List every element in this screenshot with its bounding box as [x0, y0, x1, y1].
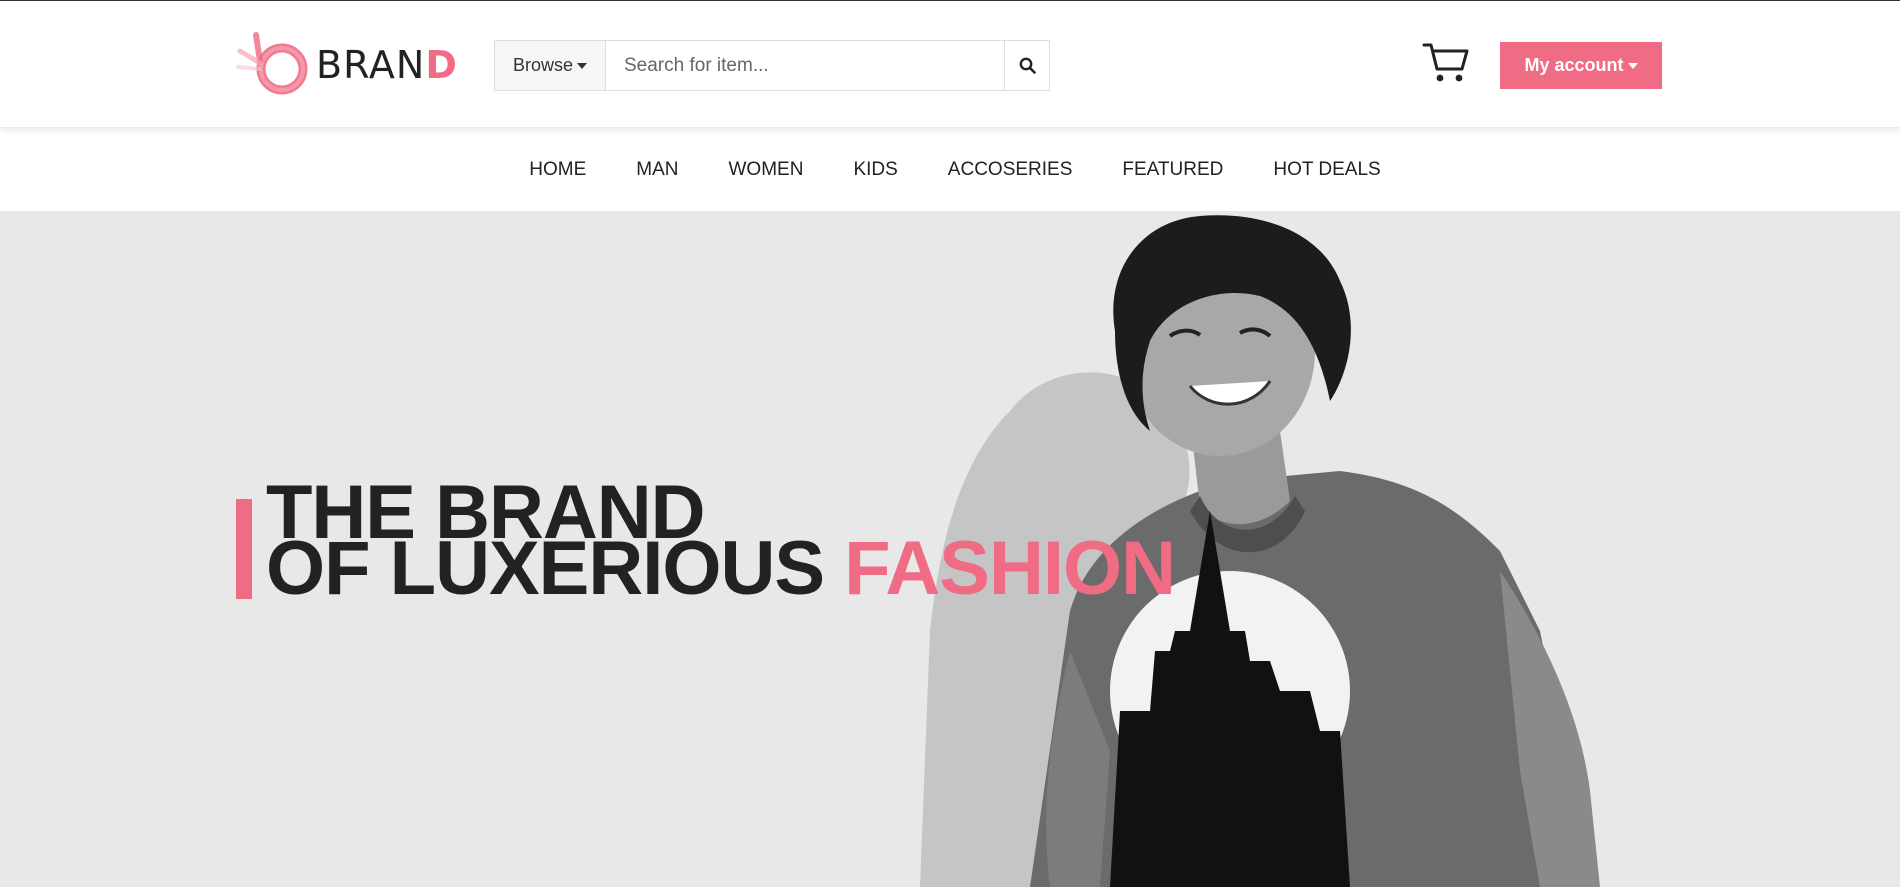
- hero-line-2: OF LUXERIOUS FASHION: [266, 531, 1176, 607]
- search-bar: Browse: [494, 40, 1050, 91]
- browse-dropdown-button[interactable]: Browse: [494, 40, 605, 91]
- cart-icon[interactable]: [1422, 41, 1470, 85]
- brand-name: BRAND: [316, 43, 458, 87]
- search-button[interactable]: [1005, 40, 1050, 91]
- search-input[interactable]: [605, 40, 1005, 91]
- nav-item-home[interactable]: HOME: [529, 159, 586, 181]
- caret-down-icon: [1627, 62, 1638, 69]
- my-account-button[interactable]: My account: [1500, 42, 1662, 89]
- hero-headline: THE BRAND OF LUXERIOUS FASHION: [236, 475, 1176, 607]
- hero-line-2-accent: FASHION: [844, 526, 1176, 611]
- site-header: BRAND Browse My account: [0, 0, 1900, 128]
- nav-item-women[interactable]: WOMEN: [729, 159, 804, 181]
- hero-banner: THE BRAND OF LUXERIOUS FASHION: [0, 211, 1900, 887]
- main-navigation: HOME MAN WOMEN KIDS ACCOSERIES FEATURED …: [0, 128, 1900, 211]
- search-icon: [1019, 57, 1036, 74]
- nav-item-featured[interactable]: FEATURED: [1122, 159, 1223, 181]
- my-account-label: My account: [1524, 55, 1624, 75]
- brand-b-logo-icon: [236, 32, 308, 95]
- hero-accent-bar: [236, 499, 252, 599]
- nav-item-man[interactable]: MAN: [636, 159, 678, 181]
- nav-item-accoseries[interactable]: ACCOSERIES: [948, 159, 1073, 181]
- caret-down-icon: [577, 62, 588, 69]
- browse-label: Browse: [512, 55, 574, 75]
- brand-logo[interactable]: BRAND: [236, 31, 458, 99]
- nav-item-hot-deals[interactable]: HOT DEALS: [1273, 159, 1380, 181]
- nav-item-kids[interactable]: KIDS: [853, 159, 897, 181]
- hero-line-2-main: OF LUXERIOUS: [266, 526, 845, 611]
